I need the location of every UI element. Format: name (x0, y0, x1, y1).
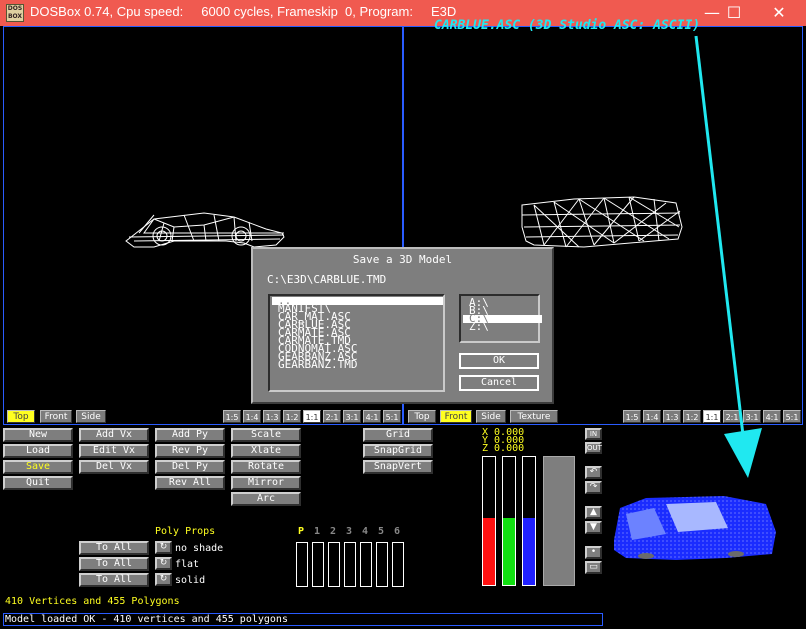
poly-props-title: Poly Props (155, 526, 216, 537)
color-preview-swatch (543, 456, 575, 586)
delete-poly-button[interactable]: Del Py (155, 460, 225, 474)
translate-button[interactable]: Xlate (231, 444, 301, 458)
add-poly-button[interactable]: Add Py (155, 428, 225, 442)
edit-vertex-button[interactable]: Edit Vx (79, 444, 149, 458)
palette-slot[interactable] (392, 542, 404, 587)
palette-slot[interactable] (360, 542, 372, 587)
cycle-flat-icon[interactable]: ↻ (155, 557, 172, 570)
blue-slider-fill (523, 518, 535, 585)
snap-vertex-button[interactable]: SnapVert (363, 460, 433, 474)
arrow-up-icon[interactable]: ▲ (585, 506, 602, 519)
status-bar: Model loaded OK - 410 vertices and 455 p… (3, 613, 603, 626)
status-message: Model loaded OK - 410 vertices and 455 p… (5, 614, 288, 625)
green-slider[interactable] (502, 456, 516, 586)
palette-label: 3 (346, 526, 353, 537)
to-all-flat-button[interactable]: To All (79, 557, 149, 571)
save-button[interactable]: Save (3, 460, 73, 474)
reverse-all-button[interactable]: Rev All (155, 476, 225, 490)
cycle-shade-icon[interactable]: ↻ (155, 541, 172, 554)
rotate-left-icon[interactable]: ↶ (585, 466, 602, 479)
quit-button[interactable]: Quit (3, 476, 73, 490)
red-slider-fill (483, 518, 495, 585)
shade-option: no shade (175, 543, 224, 554)
blue-slider[interactable] (522, 456, 536, 586)
to-all-solid-button[interactable]: To All (79, 573, 149, 587)
arc-button[interactable]: Arc (231, 492, 301, 506)
rotate-right-icon[interactable]: ↷ (585, 481, 602, 494)
palette-label: 5 (378, 526, 385, 537)
to-all-shade-button[interactable]: To All (79, 541, 149, 555)
model-stats: 410 Vertices and 455 Polygons (5, 596, 180, 607)
grid-button[interactable]: Grid (363, 428, 433, 442)
scale-button[interactable]: Scale (231, 428, 301, 442)
coord-z: Z 0.000 (482, 443, 525, 454)
palette-label: 6 (394, 526, 401, 537)
palette-selected-label: P (298, 526, 305, 537)
palette-slot[interactable] (376, 542, 388, 587)
green-slider-fill (503, 518, 515, 585)
red-slider[interactable] (482, 456, 496, 586)
snap-grid-button[interactable]: SnapGrid (363, 444, 433, 458)
arrow-down-icon[interactable]: ▼ (585, 521, 602, 534)
flat-option: flat (175, 559, 200, 570)
solid-option: solid (175, 575, 206, 586)
zoom-in-button[interactable]: IN (585, 428, 602, 440)
delete-vertex-button[interactable]: Del Vx (79, 460, 149, 474)
zoom-out-button[interactable]: OUT (585, 442, 602, 454)
box-icon[interactable]: ▭ (585, 561, 602, 574)
palette-label: 2 (330, 526, 337, 537)
mirror-button[interactable]: Mirror (231, 476, 301, 490)
car-3d-preview[interactable] (606, 488, 786, 568)
palette-slot[interactable] (328, 542, 340, 587)
palette-slot[interactable] (312, 542, 324, 587)
new-button[interactable]: New (3, 428, 73, 442)
palette-label: 1 (314, 526, 321, 537)
palette-label: 4 (362, 526, 369, 537)
add-vertex-button[interactable]: Add Vx (79, 428, 149, 442)
reverse-poly-button[interactable]: Rev Py (155, 444, 225, 458)
palette-slot[interactable] (344, 542, 356, 587)
rotate-button[interactable]: Rotate (231, 460, 301, 474)
cycle-solid-icon[interactable]: ↻ (155, 573, 172, 586)
palette-slot-p[interactable] (296, 542, 308, 587)
load-button[interactable]: Load (3, 444, 73, 458)
point-icon[interactable]: • (585, 546, 602, 559)
